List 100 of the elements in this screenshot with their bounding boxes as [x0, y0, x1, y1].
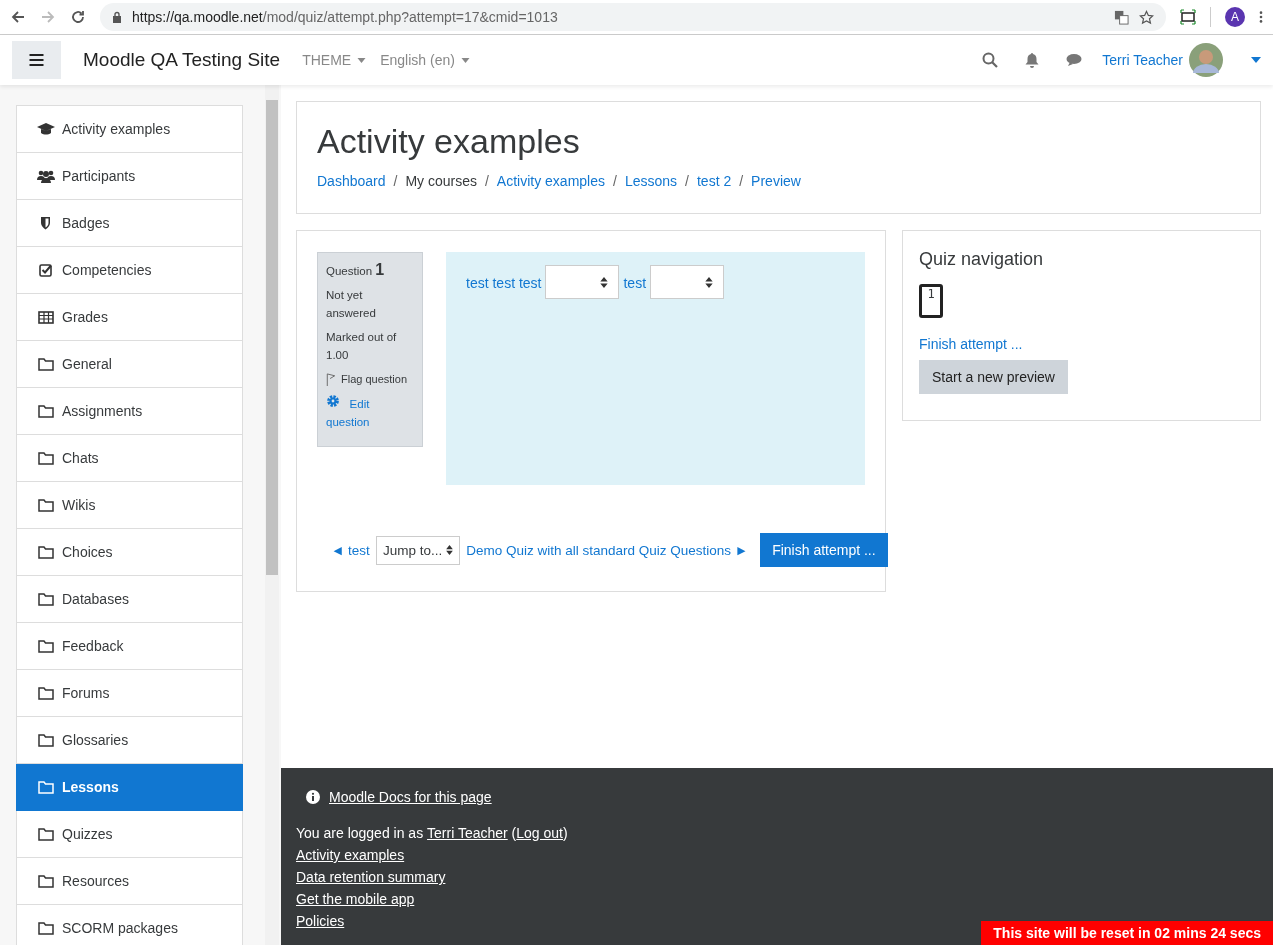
- sidebar-item[interactable]: Grades: [16, 294, 243, 341]
- flag-question-link[interactable]: Flag question: [341, 370, 408, 388]
- footer-link[interactable]: Data retention summary: [296, 869, 446, 885]
- breadcrumb-link[interactable]: Lessons: [624, 173, 678, 189]
- translate-icon[interactable]: [1114, 9, 1129, 25]
- table-icon: [37, 310, 55, 324]
- search-icon[interactable]: [982, 52, 999, 68]
- sidebar-item[interactable]: Databases: [16, 576, 243, 623]
- breadcrumb-text: My courses: [405, 173, 477, 189]
- address-bar[interactable]: https://qa.moodle.net/mod/quiz/attempt.php?attempt=17&cmid=1013: [100, 3, 1166, 31]
- question-text: test test test: [466, 274, 542, 293]
- user-name[interactable]: Terri Teacher: [1102, 52, 1183, 68]
- reload-icon[interactable]: [70, 9, 86, 25]
- folder-icon: [37, 639, 55, 653]
- folder-icon: [37, 733, 55, 747]
- breadcrumb-link[interactable]: test 2: [696, 173, 732, 189]
- chat-icon[interactable]: [1066, 52, 1083, 68]
- back-icon[interactable]: [10, 9, 26, 25]
- sort-icon: [600, 276, 609, 288]
- info-icon: [306, 790, 320, 804]
- site-name[interactable]: Moodle QA Testing Site: [83, 49, 281, 71]
- logged-in-text: You are logged in as: [296, 824, 424, 843]
- graduation-cap-icon: [37, 122, 55, 136]
- screen-capture-icon[interactable]: [1180, 9, 1196, 25]
- avatar-icon[interactable]: [1189, 43, 1223, 77]
- question-mark: Marked out of 1.00: [326, 330, 398, 363]
- breadcrumb-link[interactable]: Activity examples: [496, 173, 605, 189]
- reset-notice: This site will be reset in 02 mins 24 secs: [981, 921, 1273, 945]
- sidebar-item[interactable]: Assignments: [16, 388, 243, 435]
- question-text: test: [623, 274, 647, 293]
- sidebar-item[interactable]: Competencies: [16, 247, 243, 294]
- sidebar-item[interactable]: General: [16, 341, 243, 388]
- url-text: https://qa.moodle.net/mod/quiz/attempt.php?attempt=17&cmid=1013: [132, 9, 558, 25]
- docs-link[interactable]: Moodle Docs for this page: [329, 786, 492, 808]
- folder-icon: [37, 592, 55, 606]
- sidebar-item[interactable]: Glossaries: [16, 717, 243, 764]
- menu-icon[interactable]: [1259, 10, 1263, 24]
- dropdown-menu[interactable]: English (en): [380, 52, 470, 68]
- dropdown-menu[interactable]: THEME: [302, 52, 367, 68]
- profile-avatar[interactable]: A: [1225, 7, 1245, 27]
- breadcrumb-separator: /: [484, 173, 489, 189]
- sidebar-item[interactable]: SCORM packages: [16, 905, 243, 945]
- quiz-navigation-title: Quiz navigation: [919, 249, 1045, 270]
- footer-link[interactable]: Policies: [296, 913, 345, 929]
- menu-button[interactable]: [12, 41, 61, 79]
- sidebar-item[interactable]: Resources: [16, 858, 243, 905]
- edit-question-link[interactable]: Edit question: [326, 394, 414, 431]
- flag-icon[interactable]: [326, 372, 336, 386]
- page-title: Activity examples: [317, 122, 581, 161]
- gear-icon: [326, 394, 340, 408]
- menu-icon: [29, 54, 44, 66]
- folder-icon: [37, 874, 55, 888]
- star-icon[interactable]: [1139, 9, 1154, 25]
- breadcrumb-separator: /: [613, 173, 617, 189]
- question-status: Not yet answered: [326, 288, 377, 321]
- sort-icon: [446, 545, 454, 555]
- folder-icon: [37, 498, 55, 512]
- jump-to-select[interactable]: Jump to...: [375, 535, 461, 565]
- sidebar-item[interactable]: Feedback: [16, 623, 243, 670]
- caret-icon: [357, 57, 367, 63]
- sort-icon: [705, 276, 714, 288]
- paren-text: (: [511, 824, 517, 843]
- breadcrumb-separator: /: [685, 173, 689, 189]
- paren-text: ): [563, 824, 568, 843]
- question-nav-button[interactable]: 1: [919, 284, 943, 318]
- new-preview-button[interactable]: Start a new preview: [919, 360, 1068, 394]
- lock-icon: [112, 11, 122, 23]
- breadcrumb-link[interactable]: Preview: [751, 173, 801, 189]
- breadcrumb-separator: /: [739, 173, 744, 189]
- sidebar-item[interactable]: Lessons: [16, 764, 243, 811]
- question-number: Question 1: [326, 261, 386, 280]
- checkbox-icon: [37, 263, 55, 277]
- sidebar-item[interactable]: Participants: [16, 153, 243, 200]
- caret-icon: [460, 57, 470, 63]
- folder-icon: [37, 404, 55, 418]
- sidebar-item[interactable]: Wikis: [16, 482, 243, 529]
- caret-icon[interactable]: [1251, 57, 1261, 63]
- finish-attempt-button[interactable]: Finish attempt ...: [760, 533, 888, 567]
- user-link[interactable]: Terri Teacher: [427, 822, 508, 844]
- folder-icon: [37, 827, 55, 841]
- footer-link[interactable]: Get the mobile app: [296, 891, 415, 907]
- sidebar-item[interactable]: Chats: [16, 435, 243, 482]
- next-activity-link[interactable]: Demo Quiz with all standard Quiz Questions ►: [466, 542, 749, 558]
- breadcrumb-separator: /: [393, 173, 398, 189]
- users-icon: [37, 169, 55, 183]
- previous-activity-link[interactable]: ◄ test: [331, 542, 370, 558]
- folder-icon: [37, 780, 55, 794]
- sidebar-item[interactable]: Quizzes: [16, 811, 243, 858]
- folder-icon: [37, 451, 55, 465]
- sidebar-item[interactable]: Choices: [16, 529, 243, 576]
- bell-icon[interactable]: [1024, 52, 1041, 68]
- folder-icon: [37, 545, 55, 559]
- sidebar-item[interactable]: Forums: [16, 670, 243, 717]
- scrollbar[interactable]: [265, 85, 279, 945]
- footer-link[interactable]: Activity examples: [296, 847, 405, 863]
- finish-attempt-link[interactable]: Finish attempt ...: [919, 336, 1244, 352]
- logout-link[interactable]: Log out: [516, 822, 563, 844]
- sidebar-item[interactable]: Badges: [16, 200, 243, 247]
- breadcrumb-link[interactable]: Dashboard: [317, 173, 386, 189]
- sidebar-item[interactable]: Activity examples: [16, 105, 243, 153]
